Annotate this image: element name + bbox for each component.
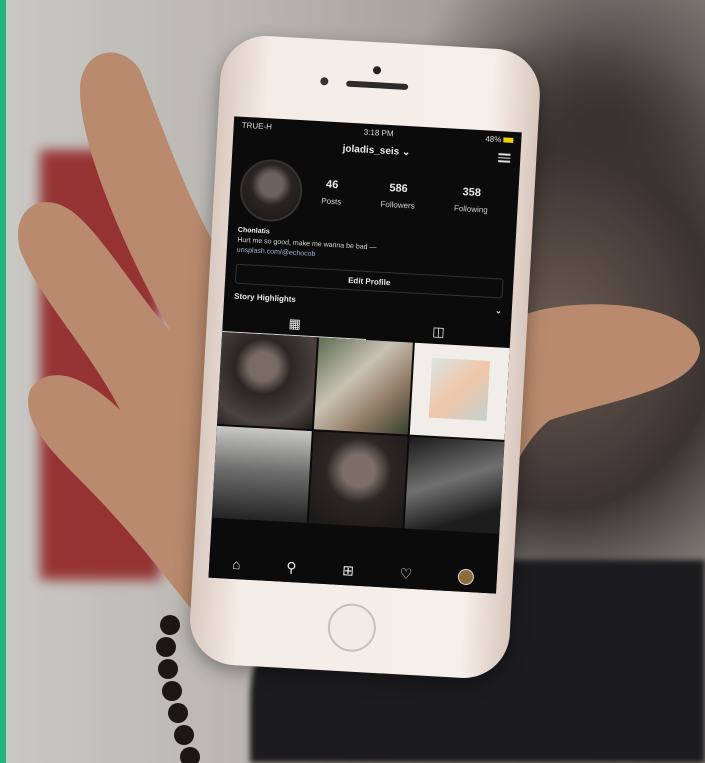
bottom-nav: ⌂ ⚲ ⊞ ♡: [208, 547, 498, 594]
post-thumbnail[interactable]: [410, 342, 510, 440]
add-post-icon[interactable]: ⊞: [342, 562, 355, 580]
chevron-down-icon: ⌄: [494, 306, 503, 316]
post-thumbnail[interactable]: [313, 337, 414, 435]
followers-label: Followers: [380, 199, 415, 211]
post-grid: [211, 331, 510, 534]
chevron-down-icon: ⌄: [398, 146, 411, 158]
heart-icon[interactable]: ♡: [399, 565, 412, 583]
story-highlights-label: Story Highlights: [233, 291, 297, 305]
post-thumbnail[interactable]: [308, 431, 408, 529]
avatar[interactable]: [238, 157, 304, 224]
instagram-profile-screen: TRUE-H 3:18 PM 48% joladis_seis ⌄ 46 Post…: [208, 116, 522, 594]
smartphone: TRUE-H 3:18 PM 48% joladis_seis ⌄ 46 Post…: [187, 33, 543, 681]
front-camera: [320, 77, 329, 86]
earpiece-speaker: [346, 80, 409, 90]
post-thumbnail[interactable]: [217, 331, 317, 430]
following-stat[interactable]: 358 Following: [454, 186, 489, 218]
battery-icon: [503, 137, 514, 144]
username: joladis_seis: [342, 142, 400, 158]
post-thumbnail[interactable]: [211, 425, 312, 523]
home-icon[interactable]: ⌂: [232, 556, 241, 572]
following-count: 358: [462, 186, 482, 200]
proximity-sensor: [372, 66, 382, 75]
followers-stat[interactable]: 586 Followers: [380, 182, 416, 214]
time-label: 3:18 PM: [363, 127, 394, 139]
battery-indicator: 48%: [485, 134, 514, 145]
green-edge-strip: [0, 0, 6, 763]
carrier-label: TRUE-H: [241, 120, 273, 132]
posts-label: Posts: [321, 196, 342, 207]
search-icon[interactable]: ⚲: [286, 558, 297, 576]
menu-icon[interactable]: [498, 151, 511, 164]
followers-count: 586: [389, 182, 409, 196]
profile-icon[interactable]: [457, 568, 475, 586]
post-thumbnail[interactable]: [404, 436, 505, 534]
home-button[interactable]: [326, 602, 378, 653]
profile-stats: 46 Posts 586 Followers 358 Following: [301, 177, 508, 218]
following-label: Following: [453, 203, 488, 215]
posts-count: 46: [325, 178, 339, 192]
posts-stat[interactable]: 46 Posts: [321, 178, 343, 209]
